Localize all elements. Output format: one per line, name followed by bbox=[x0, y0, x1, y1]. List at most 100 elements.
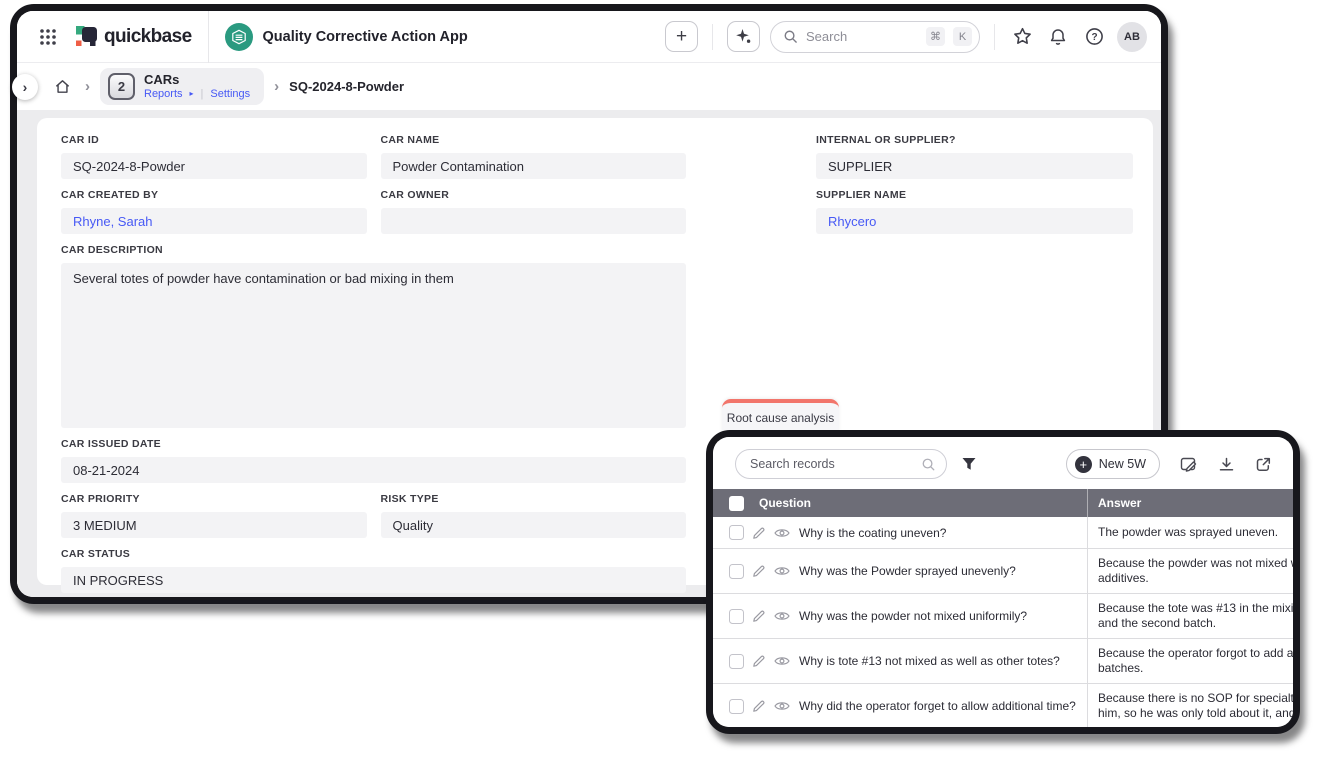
field-label: INTERNAL OR SUPPLIER? bbox=[816, 134, 1133, 147]
column-header-answer: Answer bbox=[1098, 496, 1141, 510]
row-checkbox[interactable] bbox=[729, 609, 744, 624]
field-value: SUPPLIER bbox=[816, 153, 1133, 179]
field-value-link[interactable]: Rhycero bbox=[816, 208, 1133, 234]
divider: | bbox=[201, 88, 204, 100]
breadcrumb-record-name: SQ-2024-8-Powder bbox=[289, 79, 404, 94]
records-search-input[interactable] bbox=[750, 457, 921, 471]
column-divider bbox=[1087, 594, 1088, 638]
help-button[interactable]: ? bbox=[1081, 27, 1107, 46]
plus-icon: + bbox=[676, 26, 687, 48]
settings-link[interactable]: Settings bbox=[210, 88, 250, 100]
grid-edit-button[interactable] bbox=[1180, 456, 1198, 473]
row-checkbox[interactable] bbox=[729, 699, 744, 714]
field-value: 3 MEDIUM bbox=[61, 512, 367, 538]
field-internal-or-supplier: INTERNAL OR SUPPLIER? SUPPLIER bbox=[816, 134, 1133, 179]
favorites-button[interactable] bbox=[1009, 27, 1035, 46]
root-cause-analysis-window: + New 5W bbox=[706, 430, 1300, 734]
ai-assistant-button[interactable] bbox=[727, 21, 760, 52]
field-supplier-name: SUPPLIER NAME Rhycero bbox=[816, 189, 1133, 234]
grid-edit-icon bbox=[1180, 456, 1198, 473]
records-search bbox=[735, 449, 947, 479]
avatar[interactable]: AB bbox=[1117, 22, 1147, 52]
field-label: CAR DESCRIPTION bbox=[61, 244, 686, 257]
breadcrumb-table-chip[interactable]: 2 CARs Reports ▸ | Settings bbox=[100, 68, 264, 105]
field-car-owner: CAR OWNER bbox=[381, 189, 687, 234]
tab-root-cause-analysis[interactable]: Root cause analysis bbox=[722, 399, 839, 432]
help-icon: ? bbox=[1085, 27, 1104, 46]
notifications-button[interactable] bbox=[1045, 28, 1071, 46]
breadcrumb-table-name[interactable]: CARs bbox=[144, 73, 250, 87]
quickbase-logo[interactable]: quickbase bbox=[76, 26, 192, 48]
eye-icon[interactable] bbox=[774, 527, 790, 539]
download-button[interactable] bbox=[1218, 456, 1235, 473]
table-row[interactable]: Why is tote #13 not mixed as well as oth… bbox=[713, 639, 1293, 684]
field-car-id: CAR ID SQ-2024-8-Powder bbox=[61, 134, 367, 179]
filter-icon bbox=[961, 457, 977, 472]
question-cell: Why was the Powder sprayed unevenly? bbox=[799, 564, 1016, 578]
column-divider bbox=[1087, 639, 1088, 683]
field-value bbox=[381, 208, 687, 234]
question-cell: Why did the operator forget to allow add… bbox=[799, 699, 1076, 713]
cmd-key-badge: ⌘ bbox=[926, 27, 945, 46]
pencil-icon[interactable] bbox=[752, 526, 766, 540]
search-icon bbox=[921, 457, 936, 472]
home-icon bbox=[54, 78, 71, 95]
quickbase-mark-icon bbox=[76, 26, 97, 47]
pencil-icon[interactable] bbox=[752, 564, 766, 578]
field-value-link[interactable]: Rhyne, Sarah bbox=[61, 208, 367, 234]
sidebar-expand-button[interactable]: › bbox=[12, 74, 38, 100]
table-row[interactable]: Why is the coating uneven? The powder wa… bbox=[713, 517, 1293, 549]
star-icon bbox=[1013, 27, 1032, 46]
app-icon[interactable] bbox=[225, 23, 253, 51]
home-button[interactable] bbox=[49, 78, 75, 95]
reports-link[interactable]: Reports bbox=[144, 88, 183, 100]
app-title: Quality Corrective Action App bbox=[263, 29, 468, 45]
field-label: CAR PRIORITY bbox=[61, 493, 367, 506]
sparkle-icon bbox=[735, 28, 752, 45]
pencil-icon[interactable] bbox=[752, 654, 766, 668]
app-switcher-icon[interactable] bbox=[35, 28, 61, 46]
row-checkbox[interactable] bbox=[729, 654, 744, 669]
bell-icon bbox=[1049, 28, 1067, 46]
plus-circle-icon: + bbox=[1075, 456, 1092, 473]
new-5w-button[interactable]: + New 5W bbox=[1066, 449, 1160, 479]
question-cell: Why was the powder not mixed uniformily? bbox=[799, 609, 1027, 623]
open-fullscreen-button[interactable] bbox=[1255, 456, 1272, 473]
column-divider bbox=[1087, 549, 1088, 593]
chevron-right-icon: › bbox=[23, 79, 28, 95]
row-checkbox[interactable] bbox=[729, 525, 744, 540]
question-cell: Why is the coating uneven? bbox=[799, 526, 946, 540]
global-search-input[interactable] bbox=[806, 29, 918, 44]
pencil-icon[interactable] bbox=[752, 699, 766, 713]
field-label: CAR CREATED BY bbox=[61, 189, 367, 202]
field-value: Several totes of powder have contaminati… bbox=[61, 263, 686, 428]
table-row[interactable]: Why did the operator forget to allow add… bbox=[713, 684, 1293, 727]
field-car-issued-date: CAR ISSUED DATE 08-21-2024 bbox=[61, 438, 686, 483]
chevron-right-icon: › bbox=[85, 78, 90, 95]
eye-icon[interactable] bbox=[774, 655, 790, 667]
column-header-question: Question bbox=[759, 496, 811, 510]
search-icon bbox=[783, 29, 798, 44]
add-button[interactable]: + bbox=[665, 21, 698, 52]
five-why-table: Question Answer Why is the coating uneve… bbox=[713, 489, 1293, 727]
field-car-priority: CAR PRIORITY 3 MEDIUM bbox=[61, 493, 367, 538]
answer-cell: Because the powder was not mixed well be… bbox=[1098, 556, 1293, 586]
table-row[interactable]: Why was the powder not mixed uniformily?… bbox=[713, 594, 1293, 639]
pencil-icon[interactable] bbox=[752, 609, 766, 623]
eye-icon[interactable] bbox=[774, 610, 790, 622]
answer-cell: Because the operator forgot to add addit… bbox=[1098, 646, 1293, 676]
column-divider bbox=[1087, 489, 1088, 517]
eye-icon[interactable] bbox=[774, 565, 790, 577]
field-label: CAR OWNER bbox=[381, 189, 687, 202]
eye-icon[interactable] bbox=[774, 700, 790, 712]
top-bar: quickbase Quality Corrective Action App … bbox=[17, 11, 1161, 63]
field-value: Powder Contamination bbox=[381, 153, 687, 179]
column-divider bbox=[1087, 684, 1088, 727]
field-label: SUPPLIER NAME bbox=[816, 189, 1133, 202]
row-checkbox[interactable] bbox=[729, 564, 744, 579]
select-all-checkbox[interactable] bbox=[729, 496, 744, 511]
chevron-right-icon: › bbox=[274, 78, 279, 95]
table-row[interactable]: Why was the Powder sprayed unevenly? Bec… bbox=[713, 549, 1293, 594]
field-label: RISK TYPE bbox=[381, 493, 687, 506]
filter-button[interactable] bbox=[961, 457, 977, 472]
